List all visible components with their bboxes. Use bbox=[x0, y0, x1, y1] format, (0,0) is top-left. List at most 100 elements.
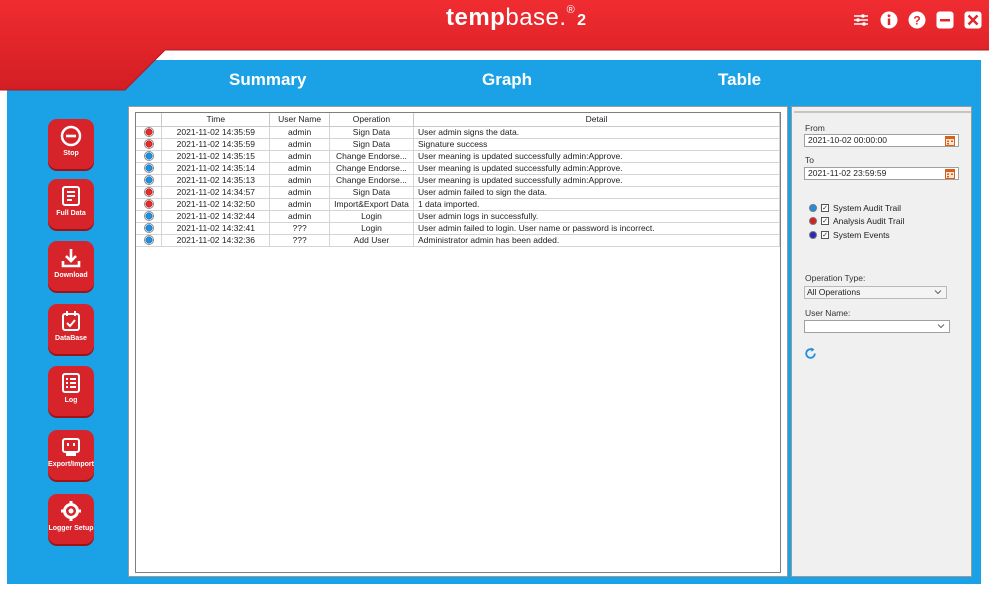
analysis-audit-dot-icon bbox=[143, 127, 154, 137]
row-time: 2021-11-02 14:32:50 bbox=[161, 198, 271, 211]
database-icon bbox=[62, 311, 80, 331]
legend-label: Analysis Audit Trail bbox=[833, 216, 905, 226]
table-row[interactable]: 2021-11-02 14:35:14 admin Change Endorse..… bbox=[136, 162, 781, 175]
column-header-user-name[interactable]: User Name bbox=[269, 113, 330, 127]
table-row[interactable]: 2021-11-02 14:32:41??? Login User admin fa… bbox=[136, 222, 781, 235]
table-row[interactable]: 2021-11-02 14:35:15 admin Change Endorse..… bbox=[136, 150, 781, 163]
sidebar-item-export-import[interactable]: Export/Import bbox=[46, 430, 96, 488]
sidebar-item-database[interactable]: DataBase bbox=[46, 304, 96, 362]
row-detail: User admin failed to sign the data. bbox=[413, 186, 781, 199]
row-time: 2021-11-02 14:35:14 bbox=[161, 162, 271, 175]
tab-graph[interactable]: Graph bbox=[482, 70, 532, 90]
row-operation: Change Endorse... bbox=[329, 162, 414, 175]
legend-dot bbox=[809, 204, 817, 212]
row-user-name: admin bbox=[269, 186, 330, 199]
row-detail: User meaning is updated successfully adm… bbox=[413, 150, 781, 163]
row-time: 2021-11-02 14:35:13 bbox=[161, 174, 271, 187]
row-operation: Change Endorse... bbox=[329, 174, 414, 187]
table-row[interactable]: 2021-11-02 14:32:50 admin Import&Export Da… bbox=[136, 198, 781, 211]
sidebar-item-label: Logger Setup bbox=[48, 525, 94, 532]
panel-divider bbox=[794, 111, 971, 113]
column-header-status[interactable] bbox=[136, 113, 163, 127]
user-name-select[interactable] bbox=[804, 320, 950, 333]
sidebar-item-stop[interactable]: Stop bbox=[46, 119, 96, 177]
row-user-name: admin bbox=[269, 198, 330, 211]
checkbox[interactable]: ✓ bbox=[821, 217, 829, 225]
logo-version: 2 bbox=[577, 12, 587, 29]
legend-system-events[interactable]: ✓ System Events bbox=[809, 230, 890, 240]
legend-dot bbox=[809, 231, 817, 239]
sidebar-item-logger-setup[interactable]: Logger Setup bbox=[46, 494, 96, 552]
to-date-value: 2021-11-02 23:59:59 bbox=[808, 168, 887, 178]
logo-text-bold: temp bbox=[446, 4, 506, 31]
row-detail: Signature success bbox=[413, 138, 781, 151]
table-row[interactable]: 2021-11-02 14:32:36??? Add User Administra… bbox=[136, 234, 781, 247]
row-detail: User admin logs in successfully. bbox=[413, 210, 781, 223]
sidebar-item-download[interactable]: Download bbox=[46, 241, 96, 299]
export-import-icon bbox=[62, 438, 80, 456]
row-operation: Sign Data bbox=[329, 138, 414, 151]
legend-analysis-audit-trail[interactable]: ✓ Analysis Audit Trail bbox=[809, 216, 904, 226]
legend-label: System Audit Trail bbox=[833, 203, 902, 213]
log-icon bbox=[62, 373, 80, 393]
row-user-name: admin bbox=[269, 126, 330, 139]
info-icon[interactable] bbox=[879, 10, 899, 30]
analysis-audit-dot-icon bbox=[143, 139, 154, 149]
column-header-operation[interactable]: Operation bbox=[329, 113, 414, 127]
table-row[interactable]: 2021-11-02 14:35:59 admin Sign Data Signatu… bbox=[136, 138, 781, 151]
minimize-icon[interactable] bbox=[935, 10, 955, 30]
legend-label: System Events bbox=[833, 230, 890, 240]
app-logo: tempbase.®2 bbox=[446, 4, 587, 32]
sidebar-item-log[interactable]: Log bbox=[46, 366, 96, 424]
row-detail: User admin signs the data. bbox=[413, 126, 781, 139]
to-date-field[interactable]: 2021-11-02 23:59:59 bbox=[804, 167, 959, 180]
row-operation: Login bbox=[329, 210, 414, 223]
operation-type-select[interactable]: All Operations bbox=[804, 286, 947, 299]
user-name-label: User Name: bbox=[805, 308, 851, 318]
svg-text:?: ? bbox=[913, 14, 920, 28]
column-header-time[interactable]: Time bbox=[161, 113, 271, 127]
analysis-audit-dot-icon bbox=[143, 187, 154, 197]
sidebar: Stop Full Data Download DataBase Log Exp… bbox=[27, 100, 122, 580]
operation-type-value: All Operations bbox=[807, 287, 861, 297]
row-user-name: admin bbox=[269, 162, 330, 175]
logo-text-light: base. bbox=[505, 4, 567, 31]
operation-type-label: Operation Type: bbox=[805, 273, 866, 283]
table-row[interactable]: 2021-11-02 14:35:13 admin Change Endorse..… bbox=[136, 174, 781, 187]
column-header-detail[interactable]: Detail bbox=[413, 113, 781, 127]
sidebar-item-label: Download bbox=[54, 272, 88, 279]
row-time: 2021-11-02 14:32:44 bbox=[161, 210, 271, 223]
from-date-field[interactable]: 2021-10-02 00:00:00 bbox=[804, 134, 959, 147]
tab-summary[interactable]: Summary bbox=[229, 70, 306, 90]
legend-system-audit-trail[interactable]: ✓ System Audit Trail bbox=[809, 203, 901, 213]
table-row[interactable]: 2021-11-02 14:32:44 admin Login User admin … bbox=[136, 210, 781, 223]
settings-sliders-icon[interactable] bbox=[851, 10, 871, 30]
legend-dot bbox=[809, 217, 817, 225]
sidebar-item-full-data[interactable]: Full Data bbox=[46, 179, 96, 237]
row-time: 2021-11-02 14:35:15 bbox=[161, 150, 271, 163]
row-status-cell bbox=[136, 138, 163, 151]
table-header-row: Time User Name Operation Detail bbox=[136, 113, 781, 127]
help-icon[interactable]: ? bbox=[907, 10, 927, 30]
table-body: 2021-11-02 14:35:59 admin Sign Data User ad… bbox=[136, 126, 781, 247]
calendar-icon[interactable] bbox=[945, 168, 955, 179]
row-user-name: admin bbox=[269, 150, 330, 163]
chevron-down-icon bbox=[934, 290, 942, 295]
system-audit-dot-icon bbox=[143, 223, 154, 233]
refresh-icon[interactable] bbox=[804, 347, 817, 360]
checkbox[interactable]: ✓ bbox=[821, 204, 829, 212]
close-icon[interactable] bbox=[963, 10, 983, 30]
row-detail: Administrator admin has been added. bbox=[413, 234, 781, 247]
download-icon bbox=[61, 249, 81, 268]
tab-table[interactable]: Table bbox=[718, 70, 761, 90]
calendar-icon[interactable] bbox=[945, 135, 955, 146]
table-row[interactable]: 2021-11-02 14:34:57 admin Sign Data User ad… bbox=[136, 186, 781, 199]
checkbox[interactable]: ✓ bbox=[821, 231, 829, 239]
logger-setup-icon bbox=[61, 501, 81, 521]
window-controls: ? bbox=[851, 10, 983, 30]
table-row[interactable]: 2021-11-02 14:35:59 admin Sign Data User ad… bbox=[136, 126, 781, 139]
analysis-audit-dot-icon bbox=[143, 199, 154, 209]
row-status-cell bbox=[136, 198, 163, 211]
row-status-cell bbox=[136, 222, 163, 235]
row-user-name: admin bbox=[269, 174, 330, 187]
